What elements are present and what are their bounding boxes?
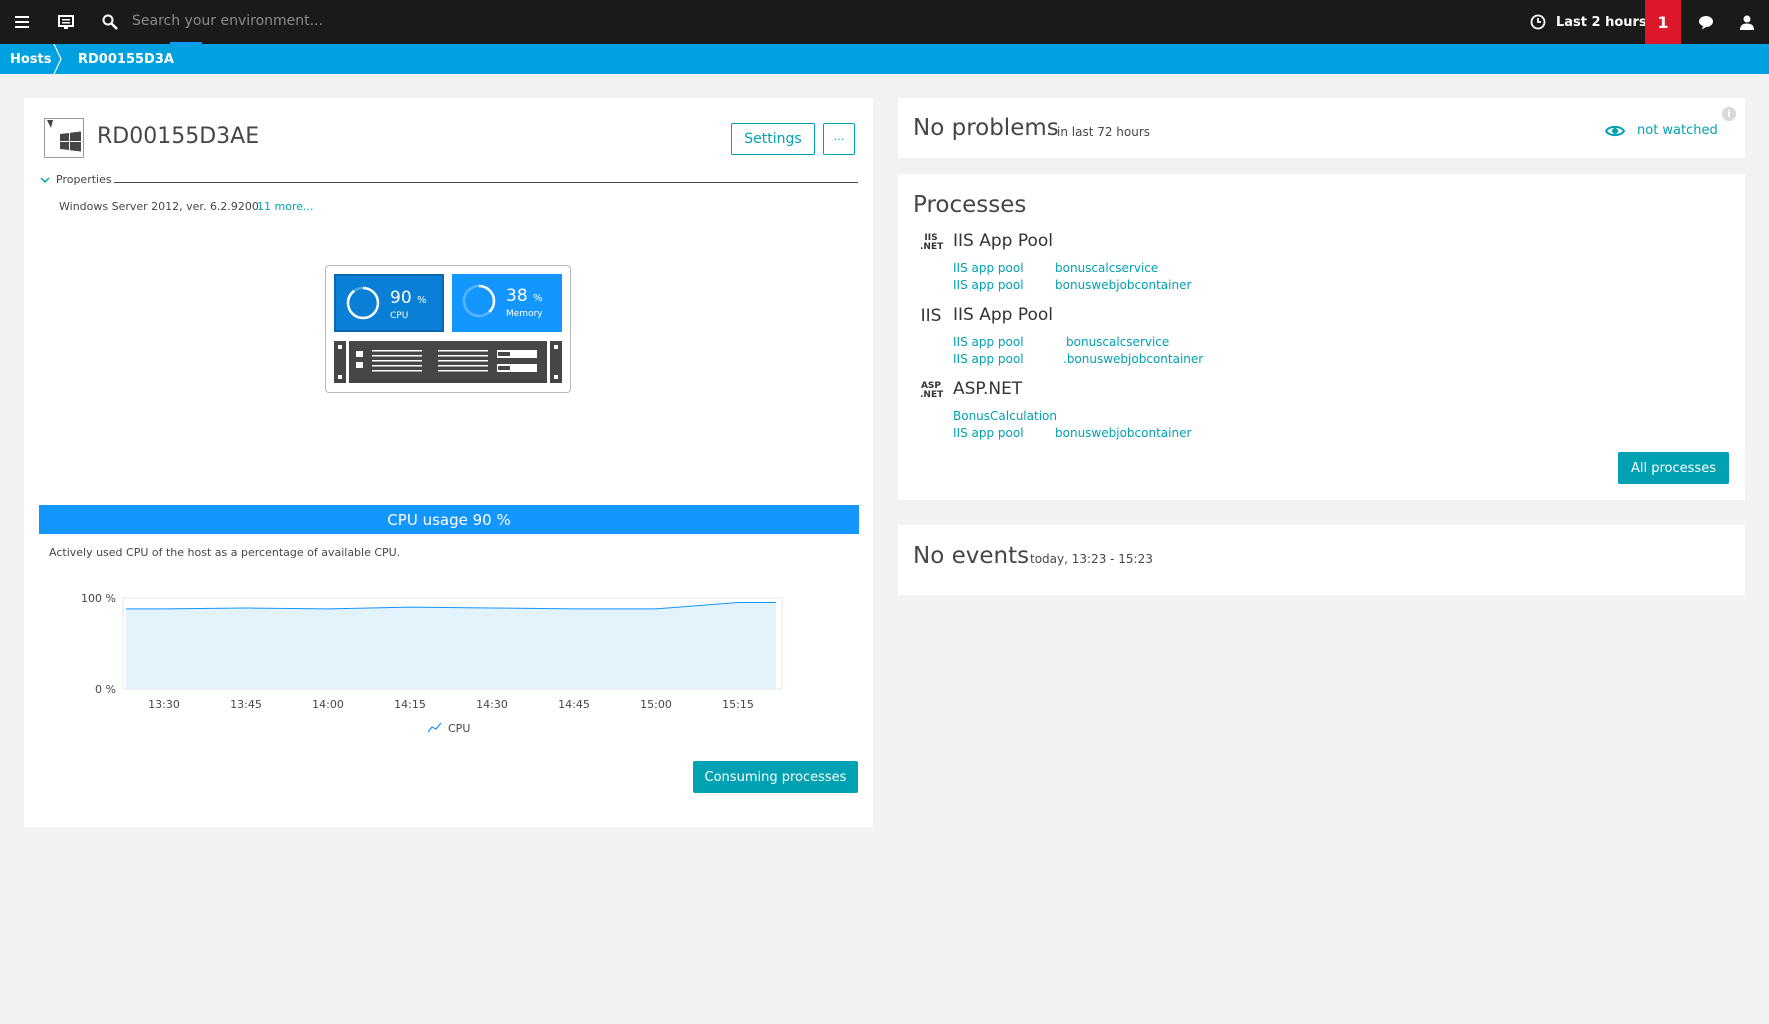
y-tick-label: 100 % xyxy=(81,592,116,605)
clock-icon xyxy=(1530,14,1546,30)
cpu-unit: % xyxy=(417,295,427,306)
chevron-down-icon xyxy=(40,176,50,183)
legend-label[interactable]: CPU xyxy=(448,722,470,735)
cpu-usage-chart[interactable]: 100 % 0 % 13:30 13:45 14:00 14:15 14:30 14:45 1… xyxy=(70,590,790,740)
x-tick-label: 14:00 xyxy=(312,698,344,711)
process-group-name[interactable]: ASP.NET xyxy=(953,379,1022,399)
process-instance-link[interactable]: bonuscalcservice xyxy=(1055,261,1158,275)
os-version: Windows Server 2012, ver. 6.2.9200 xyxy=(59,200,259,213)
y-tick-label: 0 % xyxy=(95,683,116,696)
problems-subtitle: in last 72 hours xyxy=(1057,125,1151,139)
process-instance-link[interactable]: bonuscalcservice xyxy=(1066,335,1169,349)
memory-value: 38 xyxy=(506,286,528,306)
menu-icon[interactable] xyxy=(10,0,34,44)
top-bar: Search your environment... Last 2 hours … xyxy=(0,0,1769,44)
memory-metric-tile[interactable]: 38 % Memory xyxy=(452,274,562,332)
x-tick-label: 14:45 xyxy=(558,698,590,711)
process-type-link[interactable]: IIS app pool xyxy=(953,352,1024,366)
process-group-name[interactable]: IIS App Pool xyxy=(953,305,1053,325)
x-tick-label: 13:45 xyxy=(230,698,262,711)
x-tick-label: 15:00 xyxy=(640,698,672,711)
cpu-usage-description: Actively used CPU of the host as a perce… xyxy=(49,546,401,559)
windows-host-icon xyxy=(44,118,84,158)
server-rack-icon xyxy=(334,341,562,383)
search-icon[interactable] xyxy=(98,0,122,44)
iis-dotnet-icon: IIS .NET xyxy=(920,233,944,252)
process-type-link[interactable]: IIS app pool xyxy=(953,335,1024,349)
cpu-metric-tile[interactable]: 90 % CPU xyxy=(334,274,444,332)
breadcrumb: Hosts RD00155D3A xyxy=(0,44,1769,74)
process-instance-link[interactable]: .bonuswebjobcontainer xyxy=(1063,352,1203,366)
iis-icon: IIS xyxy=(920,306,942,326)
timeframe-selector[interactable]: Last 2 hours xyxy=(1530,0,1647,44)
process-instance-link[interactable]: bonuswebjobcontainer xyxy=(1055,426,1191,440)
memory-value-row: 38 % xyxy=(506,286,543,306)
events-title: No events xyxy=(913,543,1030,569)
processes-panel xyxy=(898,174,1745,500)
all-processes-button[interactable]: All processes xyxy=(1618,452,1729,484)
breadcrumb-hosts[interactable]: Hosts xyxy=(10,44,52,74)
user-icon[interactable] xyxy=(1735,0,1759,44)
more-actions-button[interactable]: ··· xyxy=(823,123,855,155)
cpu-value-row: 90 % xyxy=(390,288,427,308)
host-health-tile: 90 % CPU 38 % Memory xyxy=(325,265,571,393)
aspnet-icon: ASP .NET xyxy=(920,381,944,400)
cpu-usage-header[interactable]: CPU usage 90 % xyxy=(39,505,859,534)
problems-title: No problems xyxy=(913,115,1059,141)
cpu-ring-icon xyxy=(346,286,380,320)
info-icon[interactable]: i xyxy=(1722,107,1736,121)
memory-ring-icon xyxy=(462,284,496,318)
breadcrumb-host[interactable]: RD00155D3A xyxy=(78,44,174,74)
process-group-name[interactable]: IIS App Pool xyxy=(953,231,1053,251)
x-tick-label: 15:15 xyxy=(722,698,754,711)
x-tick-label: 13:30 xyxy=(148,698,180,711)
problems-badge[interactable]: 1 xyxy=(1645,0,1681,44)
cpu-label: CPU xyxy=(390,311,409,321)
timeframe-label: Last 2 hours xyxy=(1556,14,1647,30)
legend-line-icon xyxy=(427,722,442,733)
eye-icon xyxy=(1605,125,1625,136)
cpu-series-area xyxy=(126,602,776,689)
process-instance-link[interactable]: bonuswebjobcontainer xyxy=(1055,278,1191,292)
memory-unit: % xyxy=(533,293,543,304)
memory-label: Memory xyxy=(506,309,543,319)
dashboard-icon[interactable] xyxy=(54,0,78,44)
process-type-link[interactable]: IIS app pool xyxy=(953,261,1024,275)
properties-label: Properties xyxy=(56,173,112,186)
x-tick-label: 14:30 xyxy=(476,698,508,711)
properties-toggle[interactable]: Properties xyxy=(40,173,112,186)
watch-toggle[interactable]: not watched xyxy=(1605,123,1718,138)
breadcrumb-chevron-icon xyxy=(53,44,62,74)
properties-divider xyxy=(114,182,858,183)
cpu-value: 90 xyxy=(390,288,412,308)
process-type-link[interactable]: IIS app pool xyxy=(953,278,1024,292)
chat-icon[interactable] xyxy=(1694,0,1718,44)
settings-button[interactable]: Settings xyxy=(731,123,815,155)
process-type-link[interactable]: IIS app pool xyxy=(953,426,1024,440)
watch-label: not watched xyxy=(1637,123,1718,138)
consuming-processes-button[interactable]: Consuming processes xyxy=(693,761,858,793)
more-properties-link[interactable]: 11 more... xyxy=(257,200,313,213)
processes-title: Processes xyxy=(913,192,1027,218)
events-subtitle: today, 13:23 - 15:23 xyxy=(1030,552,1153,566)
process-type-link[interactable]: BonusCalculation xyxy=(953,409,1057,423)
x-tick-label: 14:15 xyxy=(394,698,426,711)
host-name: RD00155D3AE xyxy=(97,124,260,149)
search-input[interactable]: Search your environment... xyxy=(132,13,323,29)
